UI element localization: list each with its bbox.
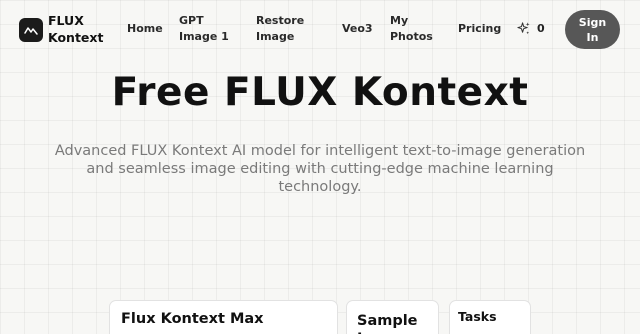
nav-gpt-image-link[interactable]: GPT Image 1 <box>179 13 229 45</box>
nav-gpt-line-1: GPT <box>179 14 204 27</box>
sign-in-line-2: In <box>586 30 599 44</box>
sparkles-icon <box>517 22 530 35</box>
sample-title: Sample I <box>357 312 418 334</box>
model-selector-card[interactable]: Flux Kontext Max <box>109 300 338 334</box>
tasks-card[interactable]: Tasks <box>449 300 531 334</box>
hero-subtitle-line-1: Advanced FLUX Kontext AI model for intel… <box>54 143 586 159</box>
nav-home-link[interactable]: Home <box>127 21 163 37</box>
model-title: Flux Kontext Max <box>121 311 264 327</box>
top-navbar: FLUX Kontext Home GPT Image 1 Restore Im… <box>0 0 640 60</box>
hero-subtitle-line-3: technology. <box>278 179 362 195</box>
sample-images-card[interactable]: Sample I <box>346 300 439 334</box>
sign-in-button[interactable]: Sign In <box>565 10 620 49</box>
nav-gpt-line-2: Image 1 <box>179 30 229 43</box>
credits-count: 0 <box>537 22 545 35</box>
nav-restore-image-link[interactable]: Restore Image <box>256 13 304 45</box>
hero-title: Free FLUX Kontext <box>111 70 529 115</box>
nav-restore-line-1: Restore <box>256 14 305 27</box>
nav-photos-line-2: Photos <box>390 30 433 43</box>
mountain-wave-icon[interactable] <box>19 18 43 42</box>
nav-veo3-link[interactable]: Veo3 <box>342 21 373 37</box>
nav-pricing-link[interactable]: Pricing <box>458 21 501 37</box>
brand-name[interactable]: FLUX Kontext <box>48 12 103 46</box>
sample-title-line-1: Sample <box>357 313 418 329</box>
sign-in-line-1: Sign <box>578 15 607 29</box>
credits-display[interactable]: 0 <box>516 21 545 36</box>
nav-my-photos-link[interactable]: My Photos <box>390 13 433 45</box>
brand-line-1: FLUX <box>48 13 84 28</box>
hero-subtitle-line-2: and seamless image editing with cutting-… <box>86 161 554 177</box>
hero-subtitle: Advanced FLUX Kontext AI model for intel… <box>40 142 600 196</box>
sample-title-line-2: I <box>357 330 418 334</box>
tasks-title: Tasks <box>458 309 497 324</box>
nav-photos-line-1: My <box>390 14 409 27</box>
brand-line-2: Kontext <box>48 30 104 45</box>
nav-restore-line-2: Image <box>256 30 295 43</box>
